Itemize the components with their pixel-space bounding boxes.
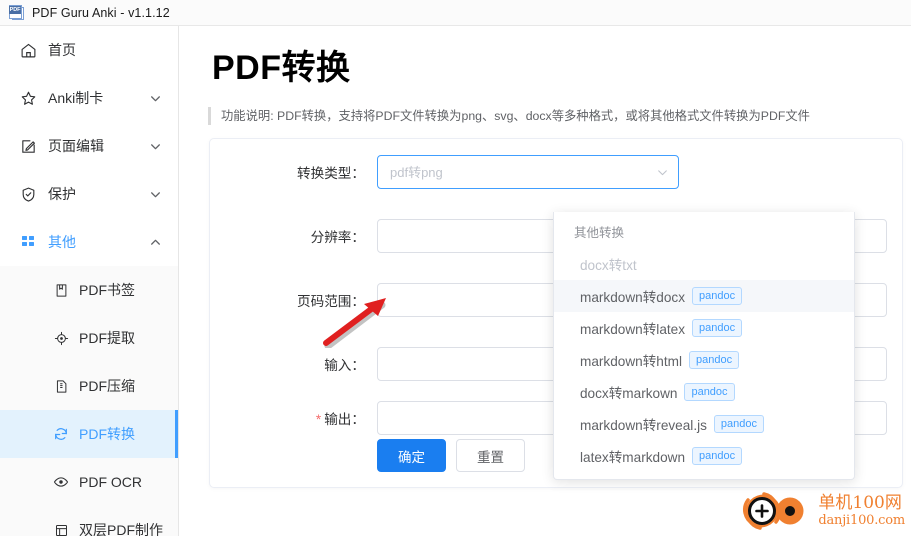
window-title: PDF Guru Anki - v1.1.12 [32,5,170,20]
dropdown-option-label: markdown转latex [580,322,686,337]
compress-file-icon [52,377,70,395]
dropdown-option-label: markdown转docx [580,290,686,305]
watermark: 单机100网 danji100.com [742,490,905,532]
pandoc-badge: pandoc [692,287,743,305]
sidebar-subitem-pdf-ocr[interactable]: PDF OCR [0,458,178,506]
sidebar-subitem-dual-layer-pdf[interactable]: 双层PDF制作 [0,506,178,536]
convert-type-dropdown: 其他转换 docx转txt markdown转docx pandoc markd… [553,212,855,480]
label-convert-type: 转换类型： [297,166,365,181]
main-content: PDF转换 功能说明: PDF转换，支持将PDF文件转换为png、svg、doc… [180,26,911,536]
watermark-en-text: danji100.com [818,513,905,528]
dropdown-option-label: docx转txt [580,258,637,273]
refresh-convert-icon [52,425,70,443]
sidebar-subitem-label: PDF压缩 [79,378,135,394]
submit-button[interactable]: 确定 [377,439,446,472]
chevron-down-icon[interactable] [146,140,164,153]
page-title: PDF转换 [212,49,351,87]
grid-icon [19,233,37,251]
sidebar-item-protect[interactable]: 保护 [0,170,178,218]
convert-type-select[interactable] [377,155,679,189]
sidebar-item-label: 保护 [48,186,76,202]
sidebar-subitem-pdf-bookmark[interactable]: PDF书签 [0,266,178,314]
sidebar-item-page-edit[interactable]: 页面编辑 [0,122,178,170]
form-row-convert-type: 转换类型： [210,155,902,189]
star-icon [19,89,37,107]
sidebar-item-home[interactable]: 首页 [0,26,178,74]
annotation-arrow-icon [318,296,400,353]
dropdown-option-label: docx转markown [580,386,678,401]
label-input-path: 输入： [324,358,365,373]
dropdown-option-markdown-to-docx[interactable]: markdown转docx pandoc [554,280,854,312]
sidebar-subitem-label: PDF OCR [79,474,142,490]
reset-button[interactable]: 重置 [456,439,525,472]
sidebar-subitem-pdf-convert[interactable]: PDF转换 [0,410,178,458]
dropdown-option-docx-to-markown[interactable]: docx转markown pandoc [554,376,854,408]
pandoc-badge: pandoc [688,351,740,369]
sidebar-subitem-pdf-compress[interactable]: PDF压缩 [0,362,178,410]
edit-square-icon [19,137,37,155]
dropdown-option-markdown-to-html[interactable]: markdown转html pandoc [554,344,854,376]
sidebar-item-others[interactable]: 其他 [0,218,178,266]
watermark-logo-icon [743,492,804,530]
dropdown-option-markdown-to-latex[interactable]: markdown转latex pandoc [554,312,854,344]
watermark-cn-text: 单机100网 [818,493,902,513]
app-window: PDF PDF Guru Anki - v1.1.12 首页 Anki制卡 页面… [0,0,911,536]
pandoc-badge: pandoc [713,415,765,433]
shield-check-icon [19,185,37,203]
chevron-down-icon[interactable] [146,188,164,201]
label-output-path: * 输出： [315,412,365,427]
eye-icon [52,473,70,491]
sidebar-item-anki-cards[interactable]: Anki制卡 [0,74,178,122]
required-star: * [315,412,322,427]
sidebar: 首页 Anki制卡 页面编辑 保护 其他 PDF书签 PDF提取 PDF压缩 P… [0,26,179,536]
sidebar-subitem-label: PDF转换 [79,426,135,442]
sidebar-subitem-label: PDF书签 [79,282,135,298]
sidebar-item-label: 页面编辑 [48,138,104,154]
sidebar-item-label: 其他 [48,234,76,250]
pandoc-badge: pandoc [684,383,735,401]
pandoc-badge: pandoc [692,447,743,465]
sidebar-item-label: Anki制卡 [48,90,104,106]
home-icon [19,41,37,59]
dropdown-group-title: 其他转换 [574,226,625,240]
dropdown-option-label: markdown转reveal.js [580,418,707,433]
sidebar-item-label: 首页 [48,42,76,58]
feature-description: 功能说明: PDF转换，支持将PDF文件转换为png、svg、docx等多种格式… [208,107,898,125]
label-resolution: 分辨率： [310,230,365,245]
dropdown-option-label: markdown转html [580,354,682,369]
title-bar: PDF PDF Guru Anki - v1.1.12 [0,0,911,26]
sidebar-subitem-label: 双层PDF制作 [79,522,163,536]
convert-type-select-wrap [377,155,679,189]
dropdown-option-docx-to-txt[interactable]: docx转txt [554,248,854,280]
dropdown-option-label: latex转markdown [580,450,686,465]
app-icon: PDF [9,5,24,20]
bookmark-page-icon [52,281,70,299]
target-icon [52,329,70,347]
sidebar-subitem-pdf-extract[interactable]: PDF提取 [0,314,178,362]
chevron-down-icon[interactable] [146,92,164,105]
chevron-up-icon[interactable] [146,236,164,249]
sidebar-subitem-label: PDF提取 [79,330,135,346]
dropdown-option-latex-to-markdown[interactable]: latex转markdown pandoc [554,440,854,472]
pandoc-badge: pandoc [692,319,743,337]
dropdown-option-markdown-to-revealjs[interactable]: markdown转reveal.js pandoc [554,408,854,440]
form-actions: 确定 重置 [377,439,525,472]
layers-icon [52,521,70,536]
